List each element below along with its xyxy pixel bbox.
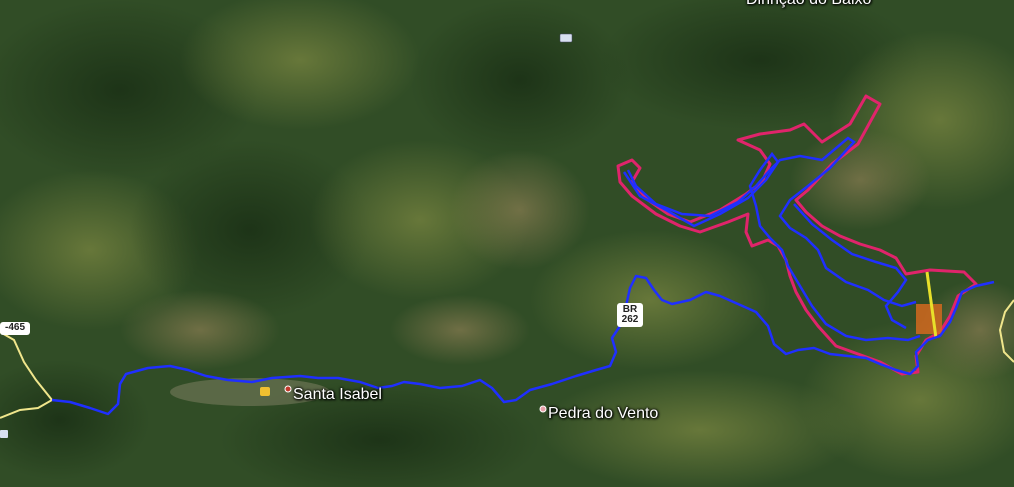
map-pin-icon-top[interactable] — [559, 33, 573, 43]
road-shield-left[interactable]: -465 — [0, 322, 30, 335]
place-label-top[interactable]: Dirinção do Baixo — [746, 0, 871, 9]
place-label-pedra-do-vento[interactable]: Pedra do Vento — [548, 405, 658, 423]
map-pin-icon-left[interactable] — [0, 430, 8, 438]
highlight-patch — [916, 304, 942, 334]
santa-isabel-marker[interactable] — [284, 385, 292, 393]
shield-line2: 262 — [621, 314, 639, 325]
pedra-do-vento-marker[interactable] — [539, 405, 547, 413]
br-262-shield[interactable]: BR 262 — [617, 303, 643, 327]
satellite-map[interactable] — [0, 0, 1014, 487]
place-label-santa-isabel[interactable]: Santa Isabel — [293, 386, 382, 404]
poi-icon[interactable] — [260, 387, 270, 396]
